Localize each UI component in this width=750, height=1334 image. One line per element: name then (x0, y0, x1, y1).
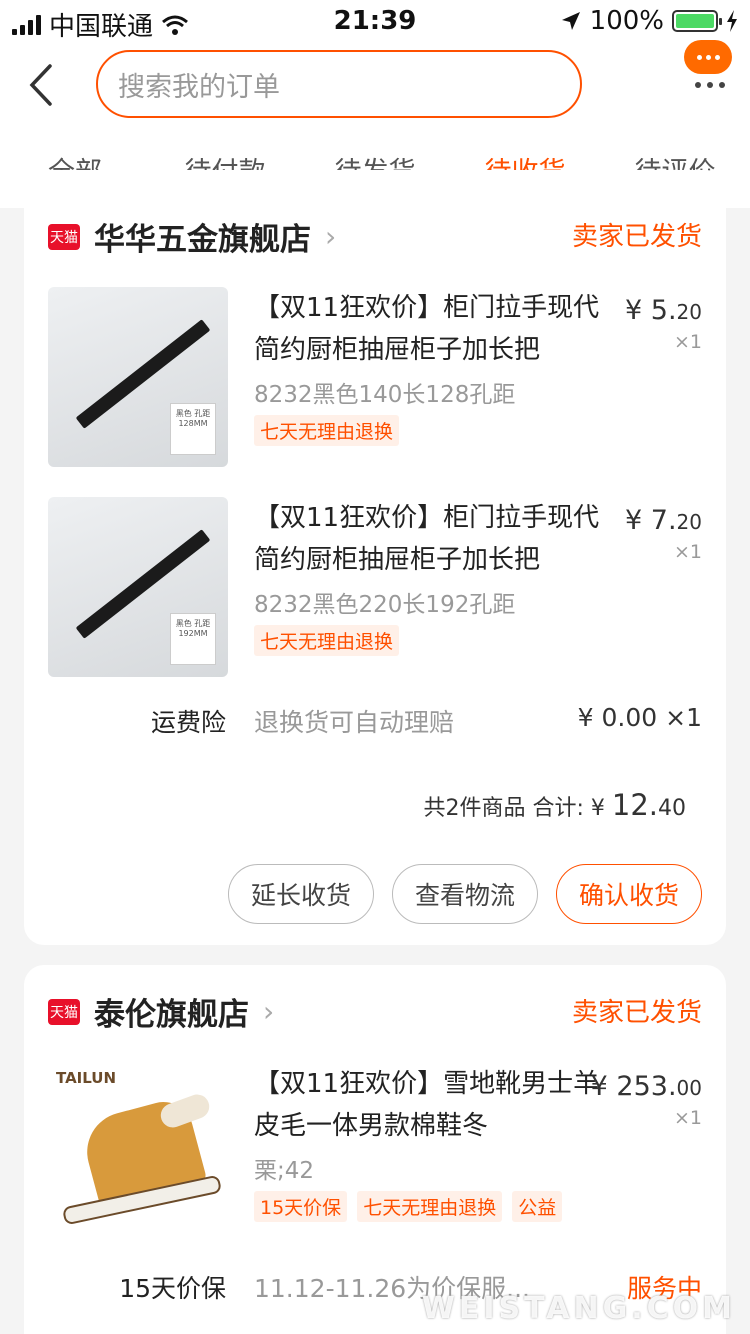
product-title: 【双11狂欢价】柜门拉手现代简约厨柜抽屉柜子加长把 (254, 293, 600, 365)
order-status: 卖家已发货 (571, 998, 702, 1028)
price-integer: 7. (650, 505, 677, 536)
product-image-tag: 黑色 孔距128MM (170, 403, 216, 455)
search-placeholder: 搜索我的订单 (118, 71, 280, 103)
product-quantity: ×1 (673, 331, 702, 353)
product-spec: 栗;42 (254, 1158, 315, 1184)
battery-percent: 100% (589, 6, 664, 36)
nav-bar: 搜索我的订单 (0, 40, 750, 136)
product-price: ¥ 5.20 (625, 295, 702, 326)
insurance-label: 运费险 (150, 708, 226, 737)
chevron-right-icon: › (325, 220, 337, 253)
watermark: WEISTANG.COM (421, 1291, 736, 1326)
price-decimal: 00 (676, 1076, 702, 1100)
tmall-badge: 天猫 (48, 998, 80, 1025)
order-item[interactable]: 黑色 孔距192MM 【双11狂欢价】柜门拉手现代简约厨柜抽屉柜子加长把 823… (48, 497, 702, 677)
price-integer: 253. (616, 1071, 677, 1102)
product-quantity: ×1 (673, 1107, 702, 1129)
order-item[interactable]: TAILUN 【双11狂欢价】雪地靴男士羊皮毛一体男款棉鞋冬 栗;42 15天价… (48, 1063, 702, 1243)
total-decimal: 40 (658, 796, 686, 821)
charging-icon (727, 10, 737, 32)
service-badge: 七天无理由退换 (254, 415, 400, 446)
more-dots-icon (684, 82, 736, 88)
service-badges: 七天无理由退换 (254, 625, 564, 656)
product-image-tag: 黑色 孔距192MM (170, 613, 216, 665)
insurance-value: ¥ 0.00 ×1 (577, 703, 702, 732)
service-badge: 七天无理由退换 (357, 1191, 503, 1222)
product-quantity: ×1 (673, 541, 702, 563)
total-prefix: 共2件商品 合计: ¥ (423, 796, 605, 821)
location-arrow-icon (561, 12, 580, 30)
service-badge: 七天无理由退换 (254, 625, 400, 656)
product-image: 黑色 孔距128MM (48, 287, 228, 467)
service-badge: 15天价保 (254, 1191, 348, 1222)
extend-receipt-button[interactable]: 延长收货 (227, 864, 374, 924)
product-title: 【双11狂欢价】雪地靴男士羊皮毛一体男款棉鞋冬 (254, 1069, 600, 1141)
tmall-badge: 天猫 (48, 223, 80, 250)
shop-name: 华华五金旗舰店 (94, 222, 311, 258)
status-right: 100% (560, 6, 738, 36)
shop-name: 泰伦旗舰店 (94, 997, 249, 1033)
service-badge: 公益 (512, 1191, 563, 1222)
search-input[interactable]: 搜索我的订单 (96, 50, 582, 118)
order-item[interactable]: 黑色 孔距128MM 【双11狂欢价】柜门拉手现代简约厨柜抽屉柜子加长把 823… (48, 287, 702, 467)
product-spec: 8232黑色220长192孔距 (254, 592, 516, 618)
message-bubble-icon (684, 40, 732, 74)
price-guard-label: 15天价保 (119, 1274, 226, 1303)
order-status: 卖家已发货 (571, 222, 702, 252)
insurance-desc: 退换货可自动理赔 (254, 708, 455, 737)
service-badges: 15天价保 七天无理由退换 公益 (254, 1191, 564, 1222)
service-badges: 七天无理由退换 (254, 415, 564, 446)
order-actions: 延长收货 查看物流 确认收货 (227, 864, 702, 924)
order-card: 天猫 华华五金旗舰店 › 卖家已发货 黑色 孔距128MM 【双11狂欢价】柜门… (24, 170, 726, 945)
product-price: ¥ 7.20 (625, 505, 702, 536)
chevron-right-icon: › (263, 995, 275, 1028)
product-price: ¥ 253.00 (590, 1071, 702, 1102)
product-spec: 8232黑色140长128孔距 (254, 382, 516, 408)
shop-header[interactable]: 天猫 华华五金旗舰店 › (48, 214, 336, 259)
price-decimal: 20 (676, 300, 702, 324)
battery-icon (672, 10, 722, 32)
shop-header[interactable]: 天猫 泰伦旗舰店 › (48, 989, 274, 1034)
back-arrow-icon[interactable] (24, 62, 60, 108)
more-menu-button[interactable] (684, 40, 736, 94)
price-integer: 5. (650, 295, 677, 326)
confirm-receipt-button[interactable]: 确认收货 (555, 864, 702, 924)
view-logistics-button[interactable]: 查看物流 (391, 864, 538, 924)
order-total: 共2件商品 合计: ¥ 12.40 (423, 788, 686, 822)
price-decimal: 20 (676, 510, 702, 534)
product-title: 【双11狂欢价】柜门拉手现代简约厨柜抽屉柜子加长把 (254, 503, 600, 575)
order-card: 天猫 泰伦旗舰店 › 卖家已发货 TAILUN 【双11狂欢价】雪地靴男士羊皮毛… (24, 965, 726, 1334)
shipping-insurance-row: 运费险 退换货可自动理赔 ¥ 0.00 ×1 (24, 703, 726, 743)
product-image: TAILUN (48, 1063, 228, 1243)
status-bar: 中国联通 21:39 100% (0, 0, 750, 42)
product-brand: TAILUN (56, 1069, 117, 1087)
total-integer: 12. (611, 788, 658, 822)
product-image: 黑色 孔距192MM (48, 497, 228, 677)
